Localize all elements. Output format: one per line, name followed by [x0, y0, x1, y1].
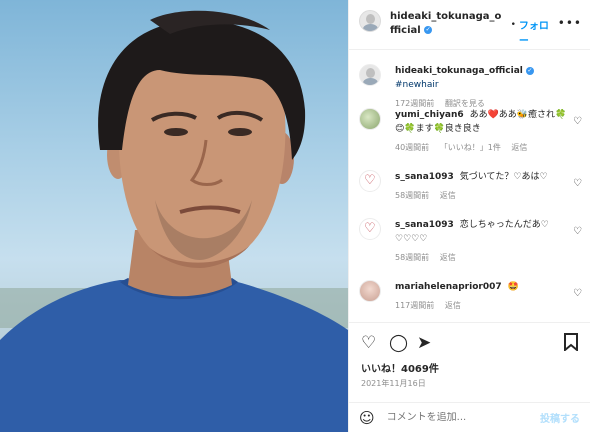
comment-input[interactable]	[386, 412, 537, 423]
verified-badge-icon: ✓	[525, 66, 534, 75]
comment-likes[interactable]: 「いいね！」1件	[440, 143, 501, 152]
like-heart-icon[interactable]: ♡	[361, 333, 376, 353]
commenter-avatar[interactable]: ♡	[359, 170, 381, 192]
caption-row: hideaki_tokunaga_official ✓ #newhair 172週…	[359, 64, 582, 111]
caption-time: 172週間前	[395, 99, 435, 108]
like-comment-heart-icon[interactable]: ♡	[573, 226, 582, 237]
author-username[interactable]: hideaki_tokunaga_official ✓	[390, 10, 505, 38]
verified-badge-icon: ✓	[424, 26, 433, 34]
post-side-panel: hideaki_tokunaga_official ✓ • フォロー ••• h…	[348, 0, 590, 432]
translate-link[interactable]: 翻訳を見る	[445, 99, 485, 108]
commenter-username[interactable]: mariahelenaprior007	[395, 282, 502, 292]
reply-button[interactable]: 返信	[511, 143, 527, 152]
comment-text: 🤩	[507, 282, 519, 292]
author-avatar[interactable]	[359, 10, 381, 32]
save-bookmark-icon[interactable]	[564, 333, 578, 356]
commenter-avatar[interactable]	[359, 108, 381, 130]
comment-time: 58週間前	[395, 191, 430, 200]
reply-button[interactable]: 返信	[440, 253, 456, 262]
reply-button[interactable]: 返信	[445, 301, 461, 310]
post-comment-button[interactable]: 投稿する	[540, 410, 580, 425]
commenter-username[interactable]: s_sana1093	[395, 172, 454, 182]
comment-time: 117週間前	[395, 301, 435, 310]
comment-time: 40週間前	[395, 143, 430, 152]
caption-username[interactable]: hideaki_tokunaga_official	[395, 66, 523, 76]
like-comment-heart-icon[interactable]: ♡	[573, 116, 582, 127]
commenter-avatar[interactable]	[359, 280, 381, 302]
more-options-icon[interactable]: •••	[558, 16, 582, 30]
comment-item: yumi_chiyan6 ああ❤️ああ🐝癒され🍀😊🍀ます🍀良き良き 40週間前 …	[359, 108, 582, 155]
separator-dot: •	[510, 20, 516, 30]
comment-item: mariahelenaprior007 🤩 117週間前 返信 ♡	[359, 280, 582, 313]
post-actions: ♡ ◯ ➤ いいね！4069件 2021年11月16日	[349, 322, 590, 402]
comment-bubble-icon[interactable]: ◯	[389, 333, 408, 353]
caption-avatar[interactable]	[359, 64, 381, 86]
comment-text: 気づいてた？♡あは♡	[459, 172, 548, 182]
like-count[interactable]: いいね！4069件	[361, 360, 439, 375]
emoji-smile-icon[interactable]: ☺	[359, 409, 375, 427]
hashtag-link[interactable]: #newhair	[395, 80, 439, 90]
post-header: hideaki_tokunaga_official ✓ • フォロー •••	[349, 0, 590, 50]
add-comment-bar: ☺ 投稿する	[349, 402, 590, 432]
like-comment-heart-icon[interactable]: ♡	[573, 288, 582, 299]
reply-button[interactable]: 返信	[440, 191, 456, 200]
commenter-avatar[interactable]: ♡	[359, 218, 381, 240]
commenter-username[interactable]: s_sana1093	[395, 220, 454, 230]
follow-button[interactable]: フォロー	[519, 17, 558, 47]
bookmark-icon	[564, 333, 578, 353]
comment-item: ♡ s_sana1093 気づいてた？♡あは♡ 58週間前 返信 ♡	[359, 170, 582, 203]
commenter-username[interactable]: yumi_chiyan6	[395, 110, 464, 120]
share-send-icon[interactable]: ➤	[417, 333, 431, 353]
like-comment-heart-icon[interactable]: ♡	[573, 178, 582, 189]
comment-item: ♡ s_sana1093 恋しちゃったんだあ♡ ♡♡♡♡ 58週間前 返信 ♡	[359, 218, 582, 265]
comment-time: 58週間前	[395, 253, 430, 262]
post-date: 2021年11月16日	[361, 379, 426, 388]
instagram-post: hideaki_tokunaga_official ✓ • フォロー ••• h…	[0, 0, 590, 432]
post-photo[interactable]	[0, 0, 348, 432]
action-icons: ♡ ◯ ➤	[361, 333, 578, 353]
portrait-illustration	[0, 10, 348, 432]
comments-list[interactable]: hideaki_tokunaga_official ✓ #newhair 172週…	[349, 56, 590, 318]
